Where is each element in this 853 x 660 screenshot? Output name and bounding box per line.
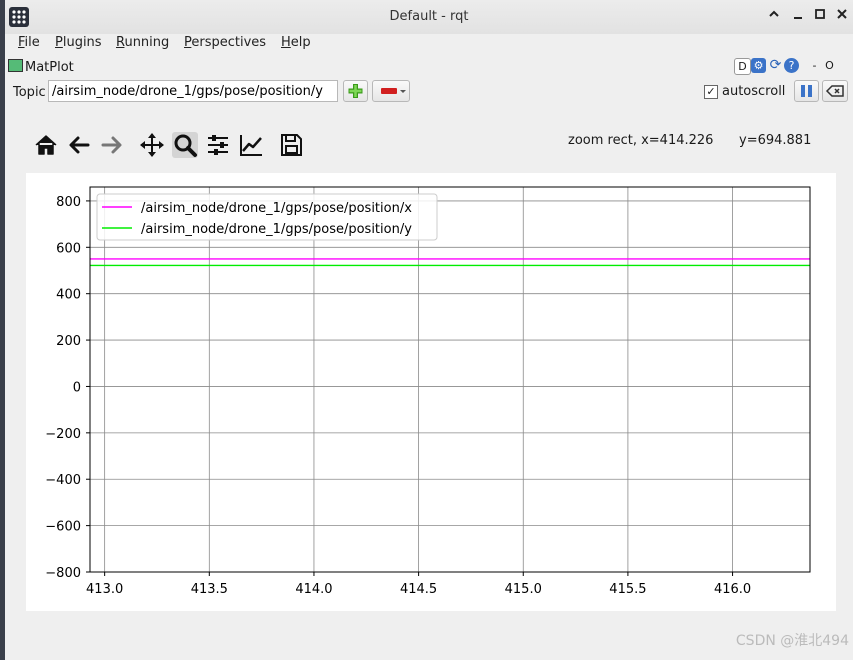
pause-button[interactable]	[794, 80, 819, 102]
maximize-window-button[interactable]	[812, 8, 828, 24]
menu-file[interactable]: File	[18, 35, 40, 50]
forward-arrow-icon[interactable]	[99, 132, 125, 158]
x-tick-label: 414.0	[295, 582, 332, 597]
y-tick-label: −600	[45, 520, 81, 535]
y-tick-label: 200	[56, 334, 81, 349]
help-icon[interactable]: ?	[784, 58, 799, 73]
plugin-title: MatPlot	[8, 59, 74, 75]
x-tick-label: 414.5	[400, 582, 437, 597]
line-chart[interactable]: 413.0 413.5 414.0 414.5 415.0 415.5 416.0 800 60…	[26, 173, 836, 611]
clear-button[interactable]	[822, 80, 848, 102]
dock-minimize-button[interactable]: -	[807, 58, 822, 73]
cursor-x-readout: zoom rect, x=414.226	[568, 133, 714, 148]
x-tick-label: 415.5	[609, 582, 646, 597]
y-tick-label: 0	[73, 380, 81, 395]
menu-plugins[interactable]: Plugins	[55, 35, 102, 50]
plus-icon	[348, 84, 363, 98]
topic-label: Topic	[13, 85, 46, 100]
zoom-icon[interactable]	[172, 132, 198, 158]
menu-help[interactable]: Help	[281, 35, 311, 50]
topic-input[interactable]	[48, 80, 338, 102]
y-tick-label: 600	[56, 241, 81, 256]
home-icon[interactable]	[33, 132, 59, 158]
edit-axes-icon[interactable]	[238, 132, 264, 158]
close-window-button[interactable]	[834, 8, 850, 24]
chevron-up-icon	[769, 10, 779, 17]
pause-icon	[801, 85, 812, 97]
configure-subplots-icon[interactable]	[205, 132, 231, 158]
minimize-icon	[794, 17, 802, 19]
autoscroll-label: autoscroll	[722, 84, 786, 99]
legend-label: /airsim_node/drone_1/gps/pose/position/x	[141, 201, 412, 216]
cursor-y-readout: y=694.881	[739, 133, 812, 148]
y-tick-label: 800	[56, 195, 81, 210]
reload-icon[interactable]: ⟳	[768, 58, 783, 73]
pan-icon[interactable]	[139, 132, 165, 158]
back-arrow-icon[interactable]	[66, 132, 92, 158]
minus-icon	[381, 88, 397, 94]
close-icon	[837, 9, 847, 19]
autoscroll-checkbox[interactable]: ✓	[704, 85, 718, 99]
y-tick-label: −800	[45, 566, 81, 581]
gear-icon[interactable]: ⚙	[751, 58, 766, 73]
dock-close-button[interactable]: O	[822, 58, 837, 73]
watermark-text: CSDN @淮北494	[735, 633, 849, 649]
x-tick-label: 416.0	[714, 582, 751, 597]
maximize-icon	[815, 9, 825, 19]
title-bar: Default - rqt	[5, 0, 853, 35]
remove-topic-button[interactable]	[372, 80, 410, 102]
save-icon[interactable]	[278, 132, 304, 158]
plot-canvas[interactable]: 413.0 413.5 414.0 414.5 415.0 415.5 416.0 800 60…	[26, 173, 836, 611]
menu-bar: File Plugins Running Perspectives Help	[5, 34, 853, 54]
x-tick-label: 413.0	[86, 582, 123, 597]
matplot-icon	[8, 59, 23, 72]
menu-running[interactable]: Running	[116, 35, 169, 50]
shade-window-button[interactable]	[766, 8, 782, 24]
help-d-button[interactable]: D	[734, 58, 751, 75]
y-tick-label: −400	[45, 473, 81, 488]
y-tick-label: 400	[56, 288, 81, 303]
legend-label: /airsim_node/drone_1/gps/pose/position/y	[141, 222, 412, 237]
minimize-window-button[interactable]	[790, 8, 806, 24]
x-tick-label: 415.0	[505, 582, 542, 597]
x-tick-label: 413.5	[191, 582, 228, 597]
y-tick-label: −200	[45, 427, 81, 442]
window-title: Default - rqt	[389, 9, 469, 24]
chevron-down-icon	[400, 90, 406, 93]
axes-frame	[89, 186, 811, 573]
clear-icon	[825, 85, 844, 97]
menu-perspectives[interactable]: Perspectives	[184, 35, 266, 50]
matplot-plugin: MatPlot D ⚙ ⟳ ? - O Topic ✓ autoscroll	[5, 56, 853, 656]
add-topic-button[interactable]	[343, 80, 368, 102]
rqt-window: Default - rqt File Plugins Running Persp…	[5, 0, 853, 660]
